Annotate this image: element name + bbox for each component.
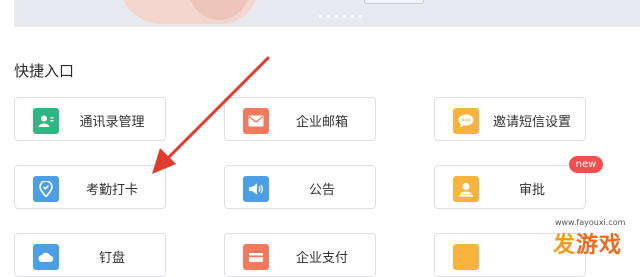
carousel-dot[interactable] — [335, 15, 338, 18]
tile-label: 审批 — [518, 183, 545, 198]
carousel-dot[interactable] — [343, 15, 346, 18]
approval-icon — [453, 176, 479, 202]
contacts-icon — [33, 108, 59, 134]
section-title: 快捷入口 — [14, 62, 75, 80]
cloud-icon — [33, 244, 59, 270]
carousel-dot[interactable] — [359, 15, 362, 18]
tile-invite-sms-settings[interactable]: 邀请短信设置 — [434, 97, 586, 141]
watermark-url: www.fayouxi.com — [554, 218, 626, 227]
location-check-icon — [33, 176, 59, 202]
new-badge: new — [569, 156, 603, 173]
mail-icon — [243, 108, 269, 134]
carousel-dot[interactable] — [351, 15, 354, 18]
banner-carousel[interactable] — [14, 0, 640, 27]
megaphone-icon — [243, 176, 269, 202]
tile-ding-disk[interactable]: 钉盘 — [14, 233, 166, 277]
carousel-dot[interactable] — [327, 15, 330, 18]
tile-label: 企业邮箱 — [295, 115, 348, 130]
tile-label: 通讯录管理 — [79, 115, 145, 130]
tile-enterprise-mail[interactable]: 企业邮箱 — [224, 97, 376, 141]
tile-approval[interactable]: 审批 — [434, 165, 586, 209]
tile-label: 钉盘 — [98, 251, 125, 266]
tile-contacts-management[interactable]: 通讯录管理 — [14, 97, 166, 141]
watermark-brand: 发游戏 — [552, 233, 622, 258]
tile-label: 考勤打卡 — [85, 183, 138, 198]
banner-button[interactable] — [364, 0, 424, 4]
watermark-logo: www.fayouxi.com 发游戏 — [552, 218, 625, 259]
tile-announcement[interactable]: 公告 — [224, 165, 376, 209]
carousel-dot[interactable] — [319, 15, 322, 18]
tile-label: 公告 — [308, 183, 335, 198]
tile-enterprise-payment[interactable]: 企业支付 — [224, 233, 376, 277]
carousel-indicator[interactable] — [319, 15, 362, 18]
sms-icon — [453, 108, 479, 134]
tile-label: 企业支付 — [295, 251, 348, 266]
tile-label: 邀请短信设置 — [492, 115, 571, 130]
stop-approval-icon — [453, 244, 479, 270]
tile-attendance-checkin[interactable]: 考勤打卡 — [14, 165, 166, 209]
payment-icon — [243, 244, 269, 270]
